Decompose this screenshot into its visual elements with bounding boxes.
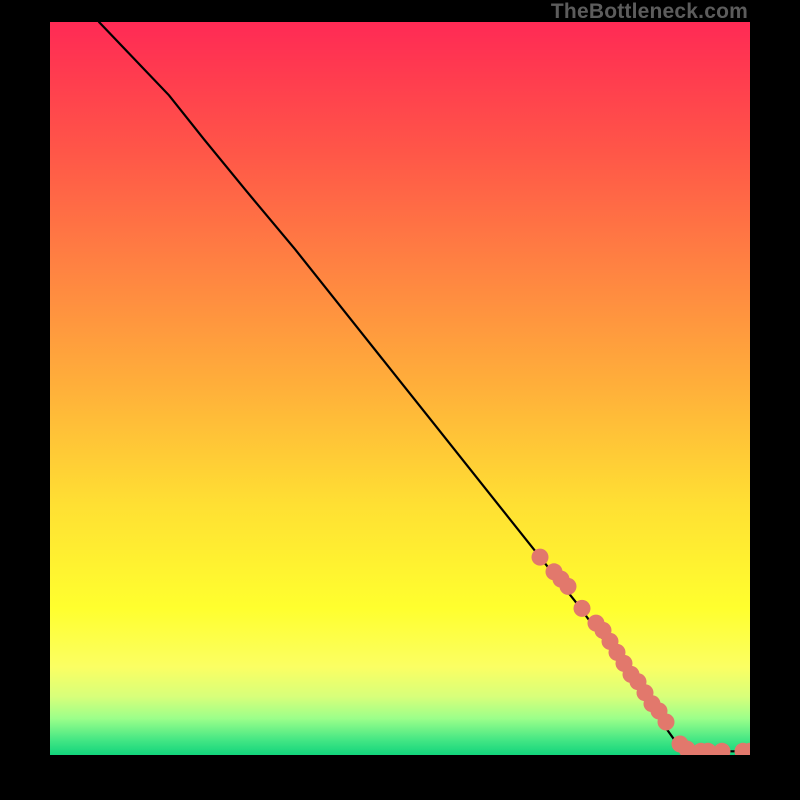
- bottleneck-curve-line: [99, 22, 750, 751]
- sample-point: [560, 578, 577, 595]
- sample-point: [714, 743, 731, 755]
- plot-area: [50, 22, 750, 755]
- sample-point: [658, 714, 675, 731]
- sample-point: [532, 549, 549, 566]
- sample-point-markers: [532, 549, 751, 755]
- attribution-text: TheBottleneck.com: [551, 0, 748, 24]
- chart-container: TheBottleneck.com: [0, 0, 800, 800]
- sample-point: [574, 600, 591, 617]
- curve-svg: [50, 22, 750, 755]
